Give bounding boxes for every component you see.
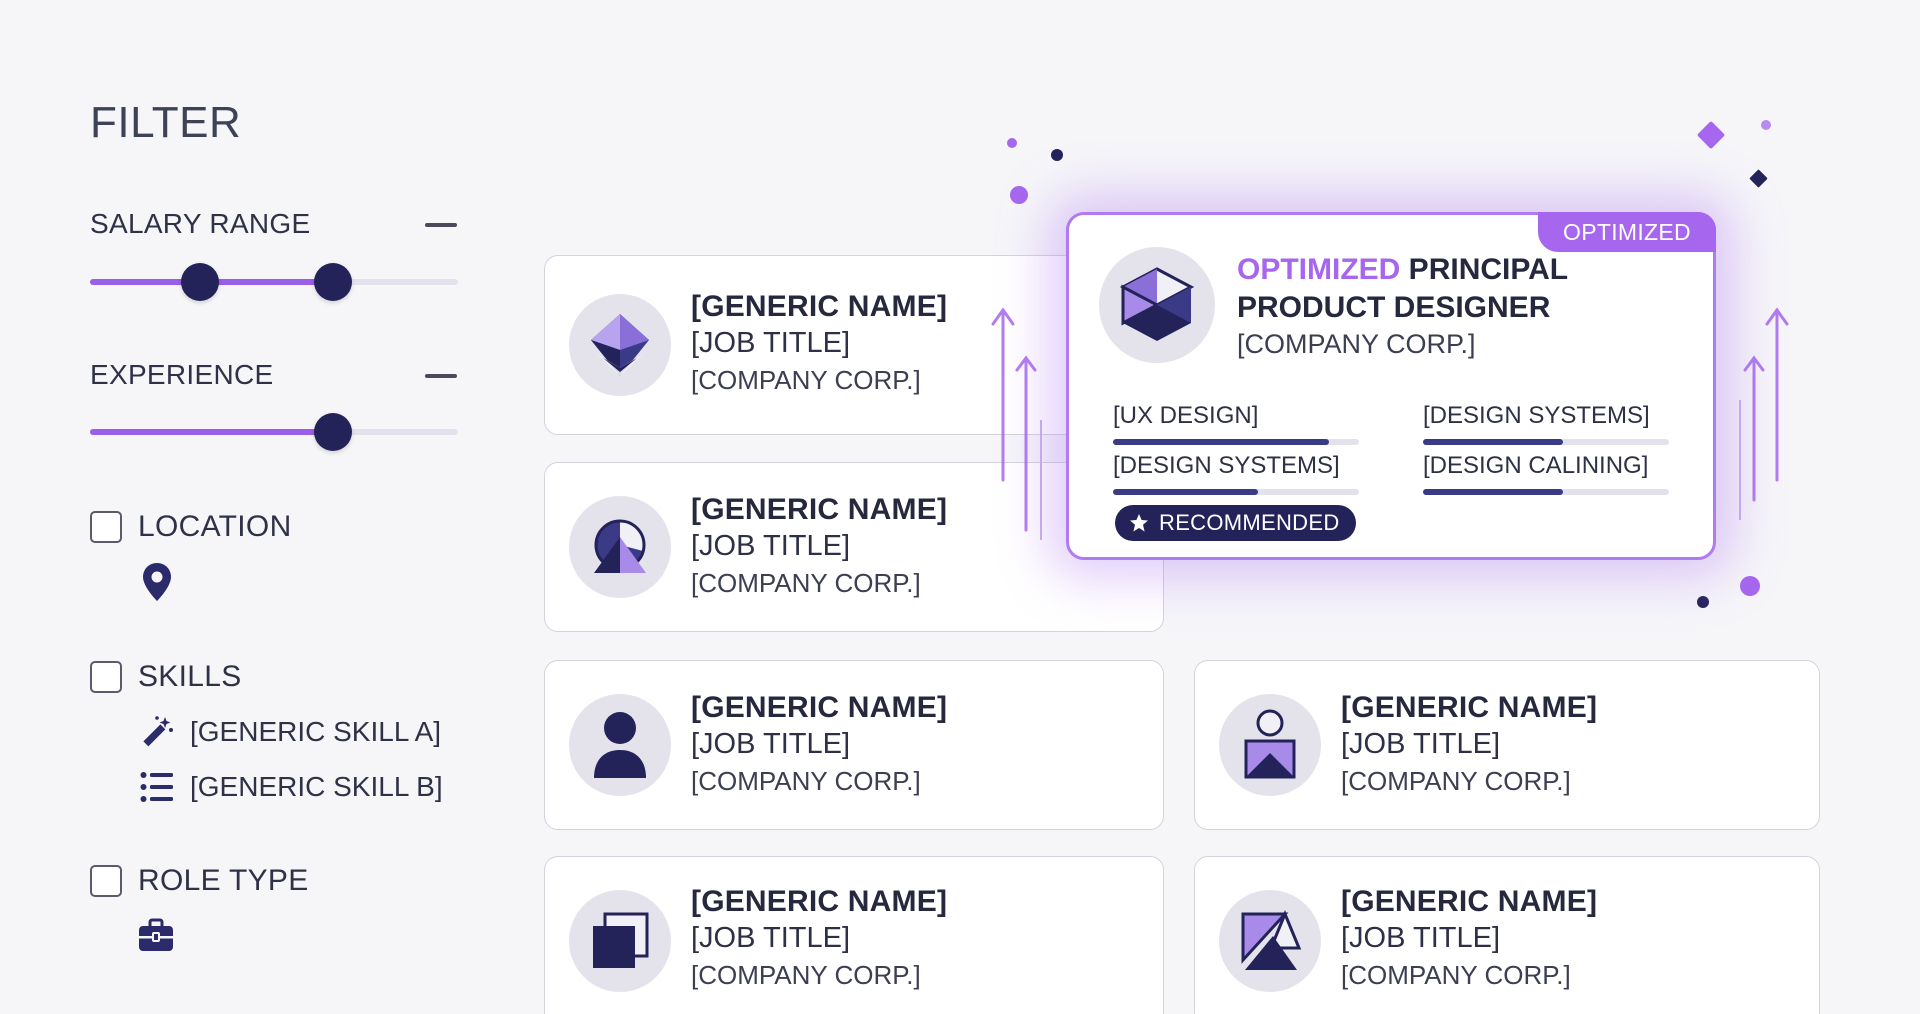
location-label: LOCATION	[138, 510, 292, 543]
decor-diamond	[1696, 120, 1726, 150]
magic-wand-icon	[138, 714, 174, 755]
candidate-name: [GENERIC NAME]	[691, 691, 948, 724]
skill-bar-fill	[1113, 439, 1330, 445]
candidate-name: [GENERIC NAME]	[691, 290, 948, 323]
candidate-card[interactable]: [GENERIC NAME] [JOB TITLE] [COMPANY CORP…	[1194, 856, 1820, 1014]
decor-dot	[1051, 149, 1063, 161]
skill-bar-fill	[1113, 489, 1259, 495]
briefcase-icon	[138, 918, 174, 957]
filter-title: FILTER	[90, 98, 242, 147]
featured-skill: [UX DESIGN]	[1113, 401, 1359, 445]
recommended-badge: RECOMMENDED	[1115, 505, 1356, 541]
cube-icon	[1099, 247, 1215, 363]
featured-candidate-card[interactable]: OPTIMIZED OPTIMIZED PRINCIPAL PRODUCT DE…	[1066, 212, 1716, 560]
optimized-badge: OPTIMIZED	[1538, 212, 1716, 252]
skill-bar	[1423, 489, 1669, 495]
candidate-job-title: [JOB TITLE]	[691, 728, 851, 760]
candidate-job-title: [JOB TITLE]	[1341, 922, 1501, 954]
person-triangle-icon	[1219, 694, 1321, 796]
skill-bar-fill	[1423, 439, 1564, 445]
candidate-name: [GENERIC NAME]	[691, 885, 948, 918]
candidate-company: [COMPANY CORP.]	[691, 766, 921, 796]
candidate-company: [COMPANY CORP.]	[1341, 766, 1571, 796]
candidate-card[interactable]: [GENERIC NAME] [JOB TITLE] [COMPANY CORP…	[544, 856, 1164, 1014]
candidate-job-title: [JOB TITLE]	[1341, 728, 1501, 760]
experience-slider[interactable]	[90, 413, 458, 451]
candidate-company: [COMPANY CORP.]	[691, 568, 921, 598]
featured-skill: [DESIGN CALINING]	[1423, 451, 1669, 495]
list-icon	[140, 771, 174, 808]
decor-dot	[1697, 596, 1709, 608]
experience-handle[interactable]	[313, 413, 352, 451]
skill-bar-fill	[1423, 489, 1564, 495]
skill-label: [DESIGN CALINING]	[1423, 452, 1649, 479]
candidate-job-title: [JOB TITLE]	[691, 530, 851, 562]
featured-skill: [DESIGN SYSTEMS]	[1113, 451, 1359, 495]
triangles-icon	[1219, 890, 1321, 992]
candidate-company: [COMPANY CORP.]	[691, 365, 921, 395]
location-checkbox[interactable]	[90, 511, 122, 543]
role-type-checkbox[interactable]	[90, 865, 122, 897]
rising-arrows-left	[991, 307, 1042, 540]
person-icon	[569, 694, 671, 796]
candidate-card[interactable]: [GENERIC NAME] [JOB TITLE] [COMPANY CORP…	[1194, 660, 1820, 830]
rising-arrows-right	[1739, 307, 1789, 520]
candidate-card[interactable]: [GENERIC NAME] [JOB TITLE] [COMPANY CORP…	[544, 660, 1164, 830]
candidate-job-title: [JOB TITLE]	[691, 922, 851, 954]
skill-a-label: [GENERIC SKILL A]	[190, 716, 442, 747]
candidate-name: [GENERIC NAME]	[691, 493, 948, 526]
featured-title-line-2: PRODUCT DESIGNER	[1237, 291, 1551, 324]
skill-bar	[1113, 489, 1359, 495]
decor-diamond	[1749, 169, 1768, 188]
candidate-name: [GENERIC NAME]	[1341, 885, 1598, 918]
decor-dot	[1010, 186, 1028, 204]
candidate-company: [COMPANY CORP.]	[691, 960, 921, 990]
featured-skill: [DESIGN SYSTEMS]	[1423, 401, 1669, 445]
decor-dot	[1761, 120, 1771, 130]
skill-label: [DESIGN SYSTEMS]	[1423, 402, 1650, 429]
candidate-name: [GENERIC NAME]	[1341, 691, 1598, 724]
salary-range-label: SALARY RANGE	[90, 208, 311, 239]
pie-shape-icon	[569, 496, 671, 598]
salary-range-slider[interactable]	[90, 263, 458, 301]
skill-bar	[1113, 439, 1359, 445]
experience-fill	[90, 429, 333, 435]
featured-company: [COMPANY CORP.]	[1237, 329, 1476, 359]
skill-label: [UX DESIGN]	[1113, 402, 1259, 429]
candidate-job-title: [JOB TITLE]	[691, 327, 851, 359]
map-pin-icon	[142, 562, 172, 607]
gem-icon	[569, 294, 671, 396]
star-icon	[1130, 514, 1148, 532]
salary-max-handle[interactable]	[313, 263, 352, 301]
skill-label: [DESIGN SYSTEMS]	[1113, 452, 1340, 479]
candidate-company: [COMPANY CORP.]	[1341, 960, 1571, 990]
decor-dot	[1740, 576, 1760, 596]
skills-checkbox[interactable]	[90, 661, 122, 693]
experience-collapse-button[interactable]	[425, 374, 457, 378]
skill-b-label: [GENERIC SKILL B]	[190, 771, 443, 802]
featured-title-accent: OPTIMIZED	[1237, 253, 1401, 286]
experience-label: EXPERIENCE	[90, 359, 274, 390]
role-type-label: ROLE TYPE	[138, 864, 309, 897]
skills-label: SKILLS	[138, 660, 242, 693]
featured-title: OPTIMIZED PRINCIPAL PRODUCT DESIGNER	[1237, 251, 1568, 327]
skill-bar	[1423, 439, 1669, 445]
salary-collapse-button[interactable]	[425, 223, 457, 227]
featured-title-rest: PRINCIPAL	[1400, 253, 1569, 286]
recommended-label: RECOMMENDED	[1159, 510, 1340, 535]
decor-dot	[1007, 138, 1017, 148]
squares-icon	[569, 890, 671, 992]
salary-min-handle[interactable]	[181, 263, 220, 301]
